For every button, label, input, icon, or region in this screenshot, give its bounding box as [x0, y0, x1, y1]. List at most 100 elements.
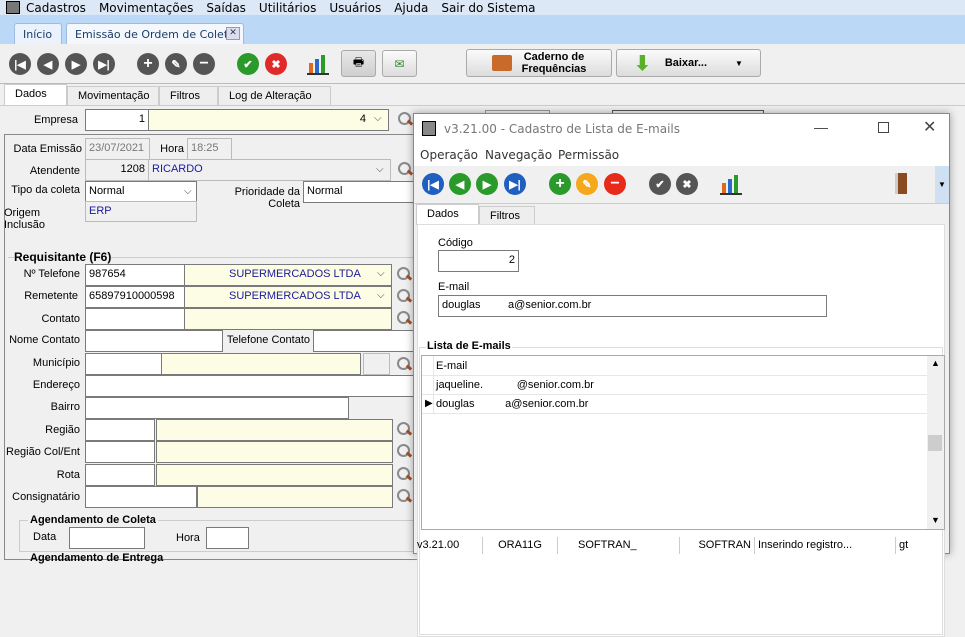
search-icon[interactable] — [396, 466, 412, 482]
cancel-icon[interactable]: ✖ — [676, 173, 698, 195]
remetente-name-select[interactable]: SUPERMERCADOS LTDA — [184, 286, 392, 308]
regiao-select[interactable] — [156, 419, 393, 441]
contato-input[interactable] — [85, 308, 185, 330]
first-record-icon[interactable]: |◀ — [422, 173, 444, 195]
search-icon[interactable] — [396, 488, 412, 504]
previous-record-icon[interactable]: ◀ — [449, 173, 471, 195]
delete-icon[interactable]: − — [604, 173, 626, 195]
rota-select[interactable] — [156, 464, 393, 486]
add-icon[interactable]: + — [137, 53, 159, 75]
maximize-icon[interactable] — [878, 122, 889, 133]
codigo-input[interactable]: 2 — [438, 250, 519, 272]
chart-settings-icon[interactable] — [307, 53, 331, 75]
first-record-icon[interactable]: |◀ — [9, 53, 31, 75]
edit-icon[interactable]: ✎ — [165, 53, 187, 75]
nome-contato-input[interactable] — [85, 330, 223, 352]
tab-filtros[interactable]: Filtros — [159, 86, 218, 106]
search-icon[interactable] — [396, 266, 412, 282]
tipo-coleta-select[interactable]: Normal — [85, 181, 197, 203]
next-record-icon[interactable]: ▶ — [476, 173, 498, 195]
regiao-input[interactable] — [85, 419, 155, 441]
regiao-col-ent-input[interactable] — [85, 441, 155, 463]
vertical-scrollbar[interactable]: ▲ ▼ — [927, 356, 944, 529]
search-icon[interactable] — [396, 288, 412, 304]
minimize-icon[interactable]: — — [814, 119, 828, 135]
cancel-icon[interactable]: ✖ — [265, 53, 287, 75]
chevron-down-icon[interactable]: ⌵ — [184, 186, 192, 197]
atendente-name-select[interactable]: RICARDO — [148, 159, 391, 181]
menu-movimentacoes[interactable]: Movimentações — [99, 1, 193, 15]
search-icon[interactable] — [397, 111, 413, 127]
close-tab-icon[interactable]: ✕ — [226, 27, 240, 40]
tab-movimentacao[interactable]: Movimentação — [67, 86, 159, 106]
telefone-contato-input[interactable] — [313, 330, 423, 352]
municipio-select[interactable] — [161, 353, 361, 375]
municipio-input[interactable] — [85, 353, 162, 375]
search-icon[interactable] — [396, 421, 412, 437]
hora-input[interactable]: 18:25 — [187, 138, 232, 160]
chevron-down-icon[interactable]: ⌵ — [376, 164, 384, 175]
menu-saidas[interactable]: Saídas — [206, 1, 246, 15]
agendamento-data-input[interactable] — [69, 527, 145, 549]
menu-operacao[interactable]: Operação — [420, 148, 478, 162]
municipio-uf-input[interactable] — [363, 353, 390, 375]
menu-permissao[interactable]: Permissão — [558, 148, 619, 162]
regiao-col-ent-select[interactable] — [156, 441, 393, 463]
atendente-code-input[interactable]: 1208 — [85, 159, 149, 181]
menu-utilitarios[interactable]: Utilitários — [259, 1, 316, 15]
search-icon[interactable] — [397, 161, 413, 177]
tab-log-alteracao[interactable]: Log de Alteração — [218, 86, 331, 106]
chevron-down-icon[interactable]: ⌵ — [374, 113, 382, 124]
next-record-icon[interactable]: ▶ — [65, 53, 87, 75]
edit-icon[interactable]: ✎ — [576, 173, 598, 195]
last-record-icon[interactable]: ▶| — [93, 53, 115, 75]
remetente-input[interactable]: 65897910000598 — [85, 286, 185, 308]
data-emissao-input[interactable]: 23/07/2021 — [85, 138, 150, 160]
menu-sair[interactable]: Sair do Sistema — [441, 1, 535, 15]
exit-door-icon[interactable] — [895, 173, 907, 194]
consignatario-select[interactable] — [197, 486, 393, 508]
empresa-code-input[interactable]: 1 — [85, 109, 149, 131]
dialog-tab-dados[interactable]: Dados — [416, 204, 479, 225]
search-icon[interactable] — [396, 356, 412, 372]
search-icon[interactable] — [396, 310, 412, 326]
search-icon[interactable] — [396, 443, 412, 459]
menu-usuarios[interactable]: Usuários — [329, 1, 381, 15]
scroll-up-icon[interactable]: ▲ — [931, 358, 940, 368]
consignatario-input[interactable] — [85, 486, 197, 508]
dialog-tab-filtros[interactable]: Filtros — [479, 206, 535, 225]
confirm-icon[interactable]: ✔ — [237, 53, 259, 75]
tab-inicio[interactable]: Início — [14, 23, 62, 44]
empresa-name-select[interactable]: 4 — [148, 109, 389, 131]
print-icon[interactable]: 🖶 — [341, 50, 376, 77]
origem-input[interactable]: ERP — [85, 201, 197, 222]
close-icon[interactable]: ✕ — [923, 117, 936, 137]
telefone-name-select[interactable]: SUPERMERCADOS LTDA — [184, 264, 392, 286]
scroll-down-icon[interactable]: ▼ — [931, 515, 940, 525]
email-input[interactable]: douglas a@senior.com.br — [438, 295, 827, 317]
caderno-frequencias-button[interactable]: Caderno de Frequências — [466, 49, 612, 77]
contato-select[interactable] — [184, 308, 392, 330]
agendamento-hora-input[interactable] — [206, 527, 249, 549]
prioridade-select[interactable]: Normal — [303, 181, 418, 203]
endereco-input[interactable] — [85, 375, 424, 397]
rota-input[interactable] — [85, 464, 155, 486]
previous-record-icon[interactable]: ◀ — [37, 53, 59, 75]
table-row[interactable]: jaqueline. @senior.com.br — [422, 376, 927, 395]
telefone-input[interactable]: 987654 — [85, 264, 185, 286]
scrollbar-thumb[interactable] — [928, 435, 942, 451]
confirm-icon[interactable]: ✔ — [649, 173, 671, 195]
tab-dados[interactable]: Dados — [4, 84, 67, 106]
bairro-input[interactable] — [85, 397, 349, 419]
send-email-icon[interactable]: ✉ — [382, 50, 417, 77]
add-icon[interactable]: + — [549, 173, 571, 195]
chevron-down-icon[interactable]: ⌵ — [377, 290, 385, 301]
toolbar-overflow-chevron-icon[interactable]: ▼ — [935, 166, 949, 203]
column-header-email[interactable]: E-mail — [436, 360, 467, 372]
menu-navegacao[interactable]: Navegação — [485, 148, 552, 162]
last-record-icon[interactable]: ▶| — [504, 173, 526, 195]
chart-settings-icon[interactable] — [720, 173, 742, 195]
chevron-down-icon[interactable]: ⌵ — [377, 268, 385, 279]
table-row[interactable]: ▶ douglas a@senior.com.br — [422, 395, 927, 414]
menu-cadastros[interactable]: Cadastros — [26, 1, 86, 15]
